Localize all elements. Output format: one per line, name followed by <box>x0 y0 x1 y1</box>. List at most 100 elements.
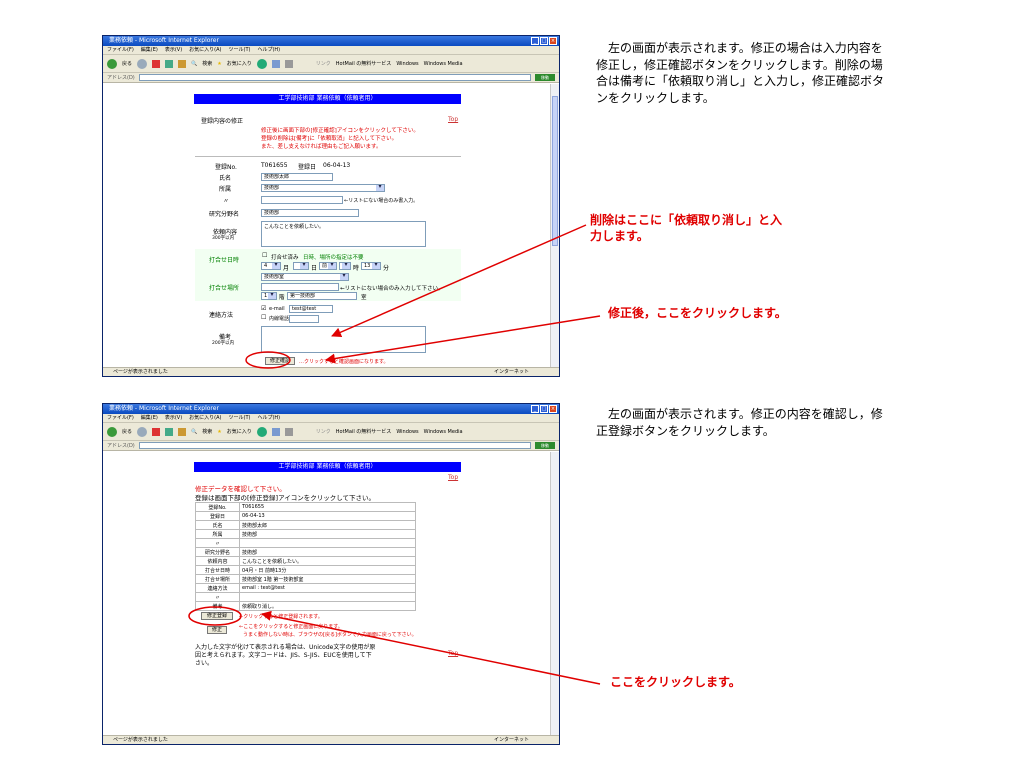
room-input[interactable]: 第一技術部 <box>287 292 357 300</box>
close-icon[interactable]: × <box>549 37 557 45</box>
back-icon[interactable] <box>107 58 117 69</box>
bottom-top-link[interactable]: Top <box>448 650 458 657</box>
favorites-label[interactable]: お気に入り <box>227 60 252 67</box>
link-hotmail[interactable]: HotMail の無料サービス <box>336 60 392 67</box>
name-input[interactable]: 技術部太郎 <box>261 173 333 181</box>
window-title: 業務依頼 - Microsoft Internet Explorer <box>109 37 219 44</box>
minute-select[interactable]: 13 <box>361 262 381 270</box>
home-icon[interactable] <box>178 59 187 68</box>
search-icon[interactable]: 🔍 <box>191 429 197 435</box>
mail-icon[interactable] <box>271 427 280 436</box>
fix-button[interactable]: 修正 <box>207 626 227 634</box>
table-row: 登録日 06-04-13 <box>195 511 416 521</box>
meet-hint: 日時、場所の指定は不要 <box>303 255 364 261</box>
menu-favorites[interactable]: お気に入り(A) <box>189 46 221 54</box>
search-icon[interactable]: 🔍 <box>191 61 197 67</box>
affil-select[interactable]: 技術部 <box>261 184 385 192</box>
mail-icon[interactable] <box>271 59 280 68</box>
menu-tools[interactable]: ツール(T) <box>229 46 251 54</box>
menu-file[interactable]: ファイル(F) <box>107 414 134 422</box>
menu-edit[interactable]: 編集(E) <box>141 46 158 54</box>
minimize-icon[interactable]: _ <box>531 37 539 45</box>
link-windows[interactable]: Windows <box>396 429 418 435</box>
floor-select[interactable]: 1 <box>261 292 277 300</box>
links-label[interactable]: リンク <box>316 428 331 435</box>
favorites-label[interactable]: お気に入り <box>227 428 252 435</box>
top-link[interactable]: Top <box>448 474 458 481</box>
meet-check-label: 打合せ済み <box>271 255 299 261</box>
history-icon[interactable] <box>256 58 267 69</box>
links-label[interactable]: リンク <box>316 60 331 67</box>
explanation-top-line-1: 左の画面が表示されます。修正の場合は入力内容を <box>608 41 883 55</box>
section-label: 登録内容の修正 <box>201 118 244 125</box>
meet-check-icon[interactable]: ☐ <box>262 252 267 259</box>
refresh-icon[interactable] <box>165 427 174 436</box>
menu-help[interactable]: ヘルプ(H) <box>257 46 280 54</box>
menu-help[interactable]: ヘルプ(H) <box>257 414 280 422</box>
minimize-icon[interactable]: _ <box>531 405 539 413</box>
search-label[interactable]: 検索 <box>202 60 212 67</box>
email-check-icon[interactable]: ☑ <box>261 305 266 312</box>
scrollbar-thumb[interactable] <box>552 96 558 246</box>
back-icon[interactable] <box>107 426 117 437</box>
day-select[interactable] <box>293 262 309 270</box>
menu-view[interactable]: 表示(V) <box>165 414 182 422</box>
link-windows-media[interactable]: Windows Media <box>424 429 463 435</box>
place-other-input[interactable] <box>261 283 339 291</box>
link-hotmail[interactable]: HotMail の無料サービス <box>336 428 392 435</box>
stop-icon[interactable] <box>152 59 161 68</box>
place-select[interactable]: 技術部室 <box>261 273 349 281</box>
table-row: 〃 <box>195 538 416 548</box>
table-row: 打合せ場所 技術部室 1階 第一技術部室 <box>195 574 416 584</box>
back-label[interactable]: 戻る <box>122 428 132 435</box>
go-button[interactable]: 移動 <box>535 74 555 81</box>
register-button[interactable]: 修正登録 <box>201 612 233 620</box>
request-textarea[interactable]: こんなことを依頼したい。 <box>261 221 426 247</box>
stop-icon[interactable] <box>152 427 161 436</box>
menu-view[interactable]: 表示(V) <box>165 46 182 54</box>
remarks-textarea[interactable] <box>261 326 426 353</box>
browser-window-edit: 業務依頼 - Microsoft Internet Explorer _ □ × フ… <box>102 35 560 377</box>
scrollbar[interactable] <box>550 452 559 735</box>
top-link[interactable]: Top <box>448 116 458 123</box>
address-input[interactable] <box>138 442 531 449</box>
forward-icon[interactable] <box>137 58 148 69</box>
affil-other-input[interactable] <box>261 196 343 204</box>
phone-check-icon[interactable]: ☐ <box>261 314 266 321</box>
favorites-icon[interactable]: ★ <box>217 429 221 435</box>
hour-select[interactable] <box>339 262 351 270</box>
reg-no: T061655 <box>261 162 288 169</box>
field-input[interactable]: 技術部 <box>261 209 359 217</box>
menu-tools[interactable]: ツール(T) <box>229 414 251 422</box>
back-label[interactable]: 戻る <box>122 60 132 67</box>
favorites-icon[interactable]: ★ <box>217 61 221 67</box>
ampm-select[interactable]: 前 <box>319 262 337 270</box>
row-key: 打合せ場所 <box>195 574 240 584</box>
forward-icon[interactable] <box>137 426 148 437</box>
maximize-icon[interactable]: □ <box>540 405 548 413</box>
print-icon[interactable] <box>284 427 293 436</box>
link-windows[interactable]: Windows <box>396 61 418 67</box>
month-select[interactable]: 4 <box>261 262 281 270</box>
confirm-button[interactable]: 修正確認 <box>265 357 295 365</box>
email-input[interactable]: test@test <box>289 305 333 313</box>
address-input[interactable] <box>138 74 531 81</box>
close-icon[interactable]: × <box>549 405 557 413</box>
scrollbar[interactable] <box>550 84 559 367</box>
menu-edit[interactable]: 編集(E) <box>141 414 158 422</box>
register-note: ←クリックすると修正登録されます。 <box>239 614 323 620</box>
browser-window-confirm: 業務依頼 - Microsoft Internet Explorer _ □ × フ… <box>102 403 560 745</box>
explanation-bottom: 左の画面が表示されます。修正の内容を確認し，修 正登録ボタンをクリックします。 <box>596 406 956 439</box>
history-icon[interactable] <box>256 426 267 437</box>
home-icon[interactable] <box>178 427 187 436</box>
maximize-icon[interactable]: □ <box>540 37 548 45</box>
print-icon[interactable] <box>284 59 293 68</box>
menu-favorites[interactable]: お気に入り(A) <box>189 414 221 422</box>
refresh-icon[interactable] <box>165 59 174 68</box>
link-windows-media[interactable]: Windows Media <box>424 61 463 67</box>
reg-date: 06-04-13 <box>323 162 351 169</box>
search-label[interactable]: 検索 <box>202 428 212 435</box>
phone-input[interactable] <box>289 315 319 323</box>
go-button[interactable]: 移動 <box>535 442 555 449</box>
menu-file[interactable]: ファイル(F) <box>107 46 134 54</box>
